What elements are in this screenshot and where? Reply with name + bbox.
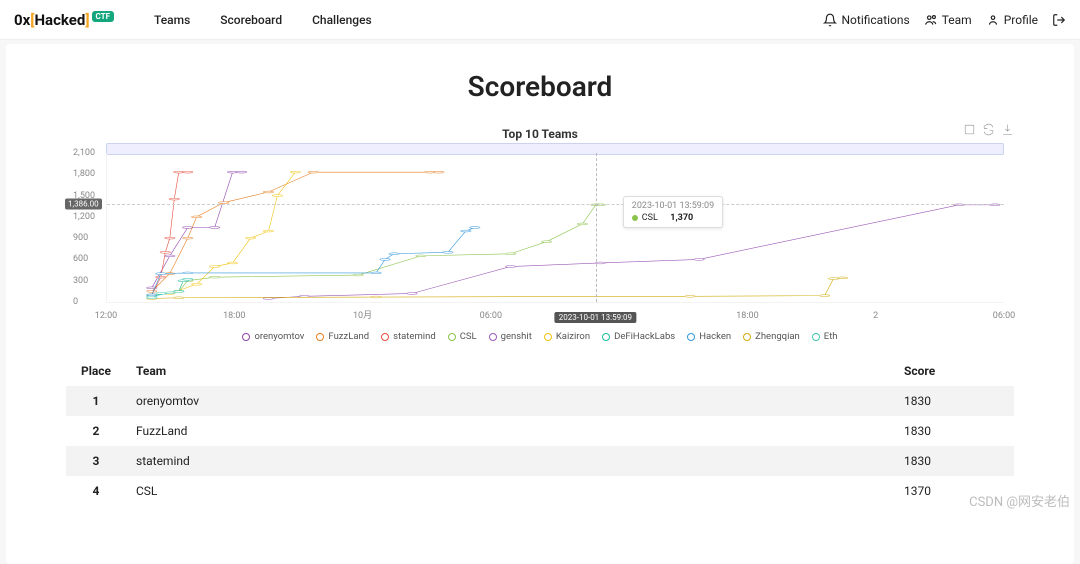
series-line[interactable] — [152, 205, 600, 295]
team-link[interactable]: Team — [924, 13, 972, 27]
legend-item[interactable]: statemind — [381, 331, 436, 342]
notifications-link[interactable]: Notifications — [823, 13, 909, 27]
legend-item[interactable]: Kaiziron — [544, 331, 590, 342]
x-tick: 06:00 — [480, 311, 502, 321]
nav-scoreboard[interactable]: Scoreboard — [220, 13, 282, 27]
legend-item[interactable]: orenyomtov — [242, 331, 304, 342]
x-tick: 12:00 — [95, 311, 117, 321]
chart-tooltip: 2023-10-01 13:59:09CSL 1,370 — [623, 196, 723, 228]
y-tick: 1,800 — [73, 169, 95, 179]
x-highlight-badge: 2023-10-01 13:59:09 — [555, 312, 636, 323]
x-tick: 2 — [873, 311, 878, 321]
page-title: Scoreboard — [66, 70, 1014, 103]
navbar: 0x[Hacked]CTF Teams Scoreboard Challenge… — [0, 0, 1080, 40]
table-row[interactable]: 1orenyomtov1830 — [66, 386, 1014, 416]
y-tick: 300 — [73, 276, 88, 286]
y-tick: 600 — [73, 254, 88, 264]
x-tick: 18:00 — [223, 311, 245, 321]
legend-item[interactable]: Eth — [812, 331, 838, 342]
brand-logo[interactable]: 0x[Hacked]CTF — [14, 11, 114, 29]
nav-right: Notifications Team Profile — [823, 13, 1066, 27]
col-team: Team — [126, 356, 894, 386]
scoreboard-table: Place Team Score 1orenyomtov18302FuzzLan… — [66, 356, 1014, 506]
download-icon[interactable] — [1001, 123, 1014, 136]
refresh-icon[interactable] — [982, 123, 995, 136]
ctf-badge: CTF — [92, 11, 114, 22]
logout-link[interactable] — [1052, 13, 1066, 27]
nav-teams[interactable]: Teams — [154, 13, 190, 27]
logout-icon — [1052, 13, 1066, 27]
x-tick: 18:00 — [736, 311, 758, 321]
series-line[interactable] — [152, 172, 439, 291]
chart-container: Top 10 Teams 03006009001,2001,5001,8002,… — [66, 127, 1014, 342]
page-body: Scoreboard Top 10 Teams 03006009001,2001… — [6, 44, 1074, 564]
chart-title: Top 10 Teams — [66, 127, 1014, 141]
y-marker-badge: 1,386.00 — [65, 198, 102, 209]
y-tick: 2,100 — [73, 148, 95, 158]
legend-item[interactable]: Zhengqian — [743, 331, 800, 342]
legend-item[interactable]: genshit — [489, 331, 532, 342]
col-score: Score — [894, 356, 1014, 386]
legend-item[interactable]: DeFiHackLabs — [602, 331, 675, 342]
legend-item[interactable]: Hacken — [687, 331, 731, 342]
x-tick: 10月 — [353, 308, 372, 321]
zoom-reset-icon[interactable] — [963, 123, 976, 136]
y-tick: 900 — [73, 233, 88, 243]
legend-item[interactable]: CSL — [448, 331, 477, 342]
legend-item[interactable]: FuzzLand — [316, 331, 369, 342]
col-place: Place — [66, 356, 126, 386]
chart-toolbar — [963, 123, 1014, 136]
user-icon — [986, 13, 1000, 27]
table-row[interactable]: 3statemind1830 — [66, 446, 1014, 476]
x-tick: 06:00 — [993, 311, 1015, 321]
chart-plot-area[interactable]: 03006009001,2001,5001,8002,1001,386.0020… — [106, 143, 1004, 325]
table-row[interactable]: 4CSL1370 — [66, 476, 1014, 506]
table-row[interactable]: 2FuzzLand1830 — [66, 416, 1014, 446]
series-line[interactable] — [152, 278, 843, 299]
y-tick: 1,200 — [73, 212, 95, 222]
nav-challenges[interactable]: Challenges — [312, 13, 372, 27]
chart-legend: orenyomtov FuzzLand statemind CSL genshit Kai… — [66, 331, 1014, 342]
bell-icon — [823, 13, 837, 27]
nav-links: Teams Scoreboard Challenges — [154, 13, 372, 27]
y-tick: 0 — [73, 297, 78, 307]
profile-link[interactable]: Profile — [986, 13, 1038, 27]
series-line[interactable] — [152, 172, 242, 288]
series-line[interactable] — [170, 172, 296, 293]
hover-vertical-line — [596, 153, 597, 302]
users-icon — [924, 13, 938, 27]
